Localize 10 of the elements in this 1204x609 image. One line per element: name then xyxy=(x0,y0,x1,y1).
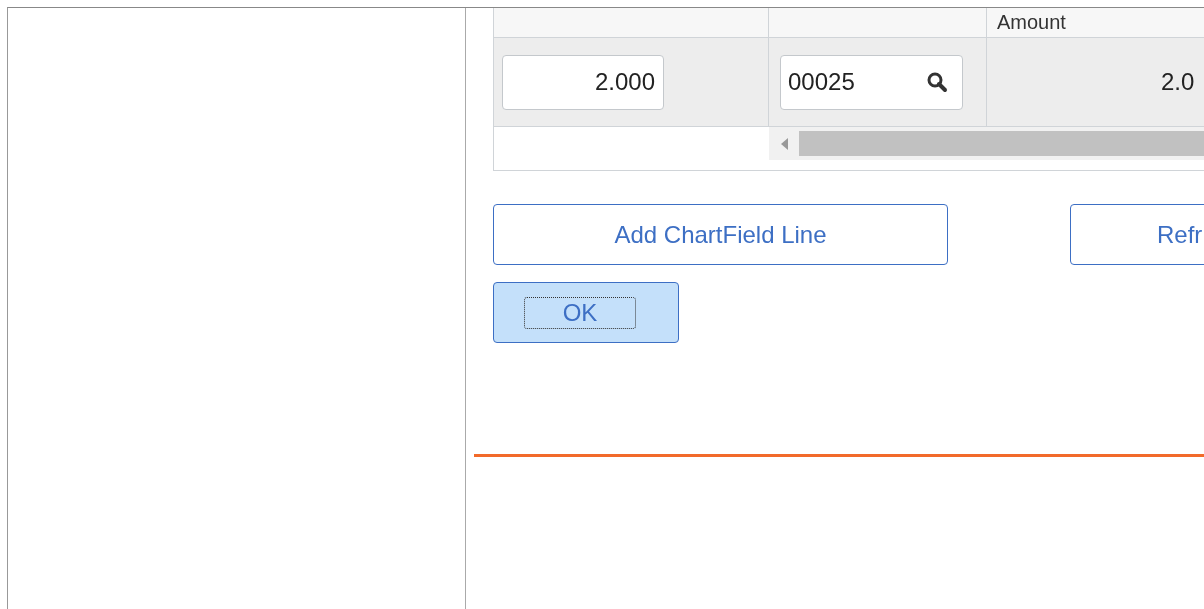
scroll-left-icon[interactable] xyxy=(781,137,789,150)
action-button[interactable]: Add ChartField Line xyxy=(493,204,948,265)
column-header: Amount xyxy=(997,11,1066,34)
amount-cell: 2.0 xyxy=(1161,68,1195,96)
search-icon[interactable] xyxy=(926,71,948,93)
scrollbar-thumb[interactable] xyxy=(799,131,1204,156)
action-button[interactable]: Refr xyxy=(1070,204,1204,265)
code-field[interactable]: 00025 xyxy=(780,54,963,110)
quantity-field[interactable]: 2.000 xyxy=(502,54,664,110)
ok-button[interactable]: OK xyxy=(493,282,679,343)
